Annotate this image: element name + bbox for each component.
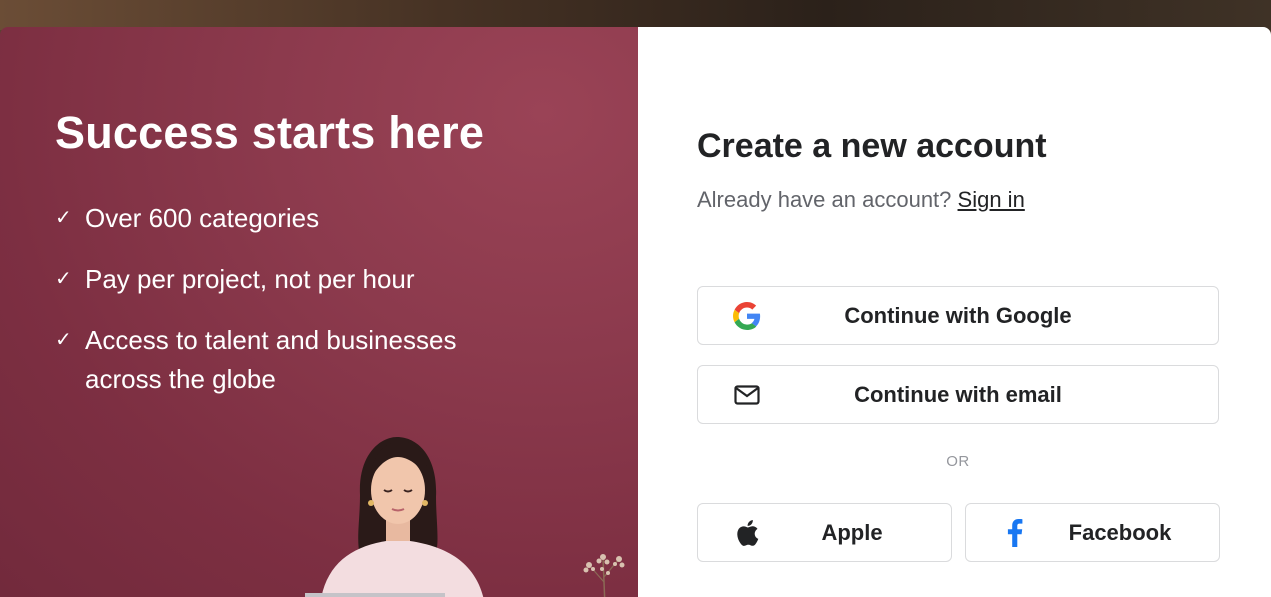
- facebook-button-label: Facebook: [1068, 519, 1172, 545]
- woman-with-laptop-illustration: [305, 437, 484, 597]
- check-icon: ✓: [55, 329, 72, 351]
- feature-text: Access to talent and businesses across t…: [85, 325, 457, 394]
- google-icon: [732, 301, 762, 331]
- signin-prompt: Already have an account? Sign in: [697, 187, 1025, 213]
- dried-flower-decoration: [583, 554, 625, 597]
- page-backdrop: [0, 0, 1271, 30]
- check-icon: ✓: [55, 207, 72, 229]
- promo-panel: Success starts here ✓ Over 600 categorie…: [0, 27, 638, 597]
- feature-text: Pay per project, not per hour: [85, 264, 415, 294]
- feature-item: ✓ Over 600 categories: [55, 199, 525, 238]
- continue-with-apple-button[interactable]: Apple: [697, 503, 952, 562]
- feature-item: ✓ Pay per project, not per hour: [55, 260, 525, 299]
- signup-modal: Success starts here ✓ Over 600 categorie…: [0, 27, 1271, 597]
- signup-title: Create a new account: [697, 127, 1047, 165]
- apple-button-label: Apple: [821, 519, 883, 545]
- continue-with-facebook-button[interactable]: Facebook: [965, 503, 1220, 562]
- feature-text: Over 600 categories: [85, 203, 320, 233]
- or-separator: OR: [946, 453, 970, 470]
- google-button-label: Continue with Google: [844, 302, 1072, 328]
- feature-list: ✓ Over 600 categories ✓ Pay per project,…: [55, 199, 525, 421]
- promo-heading: Success starts here: [55, 107, 485, 158]
- check-icon: ✓: [55, 268, 72, 290]
- continue-with-email-button[interactable]: Continue with email: [697, 365, 1219, 424]
- feature-item: ✓ Access to talent and businesses across…: [55, 321, 525, 399]
- signin-prompt-text: Already have an account?: [697, 187, 952, 212]
- signup-panel: Create a new account Already have an acc…: [638, 27, 1271, 597]
- continue-with-google-button[interactable]: Continue with Google: [697, 286, 1219, 345]
- envelope-icon: [732, 380, 762, 410]
- signin-link[interactable]: Sign in: [958, 187, 1025, 212]
- email-button-label: Continue with email: [854, 381, 1062, 407]
